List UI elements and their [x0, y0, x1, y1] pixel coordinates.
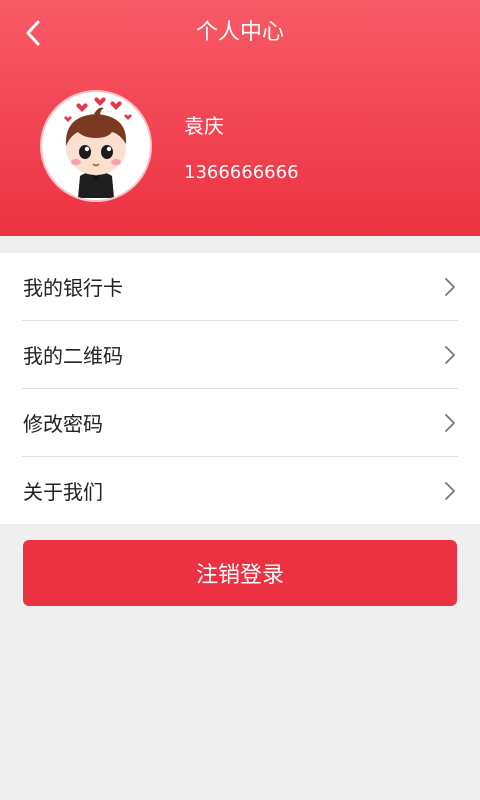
- menu-item-label: 我的二维码: [23, 344, 123, 368]
- chevron-right-icon: [445, 278, 455, 296]
- menu-item-label: 我的银行卡: [23, 276, 123, 300]
- avatar[interactable]: [40, 90, 152, 202]
- menu-item-qr-code[interactable]: 我的二维码: [0, 321, 480, 388]
- chevron-right-icon: [445, 414, 455, 432]
- header: 个人中心 袁庆 1366666666: [0, 0, 480, 236]
- chevron-right-icon: [445, 482, 455, 500]
- menu-item-label: 修改密码: [23, 412, 103, 436]
- menu-item-bank-card[interactable]: 我的银行卡: [0, 253, 480, 320]
- menu-item-label: 关于我们: [23, 480, 103, 504]
- cartoon-boy-avatar-icon: [64, 97, 132, 198]
- user-name: 袁庆: [184, 114, 224, 138]
- menu-item-change-password[interactable]: 修改密码: [0, 389, 480, 456]
- menu-list: 我的银行卡 我的二维码 修改密码 关于我们: [0, 253, 480, 524]
- page-title: 个人中心: [195, 20, 284, 45]
- user-phone: 1366666666: [184, 162, 299, 183]
- chevron-right-icon: [445, 346, 455, 364]
- logout-button[interactable]: 注销登录: [23, 540, 457, 606]
- menu-item-about-us[interactable]: 关于我们: [0, 457, 480, 524]
